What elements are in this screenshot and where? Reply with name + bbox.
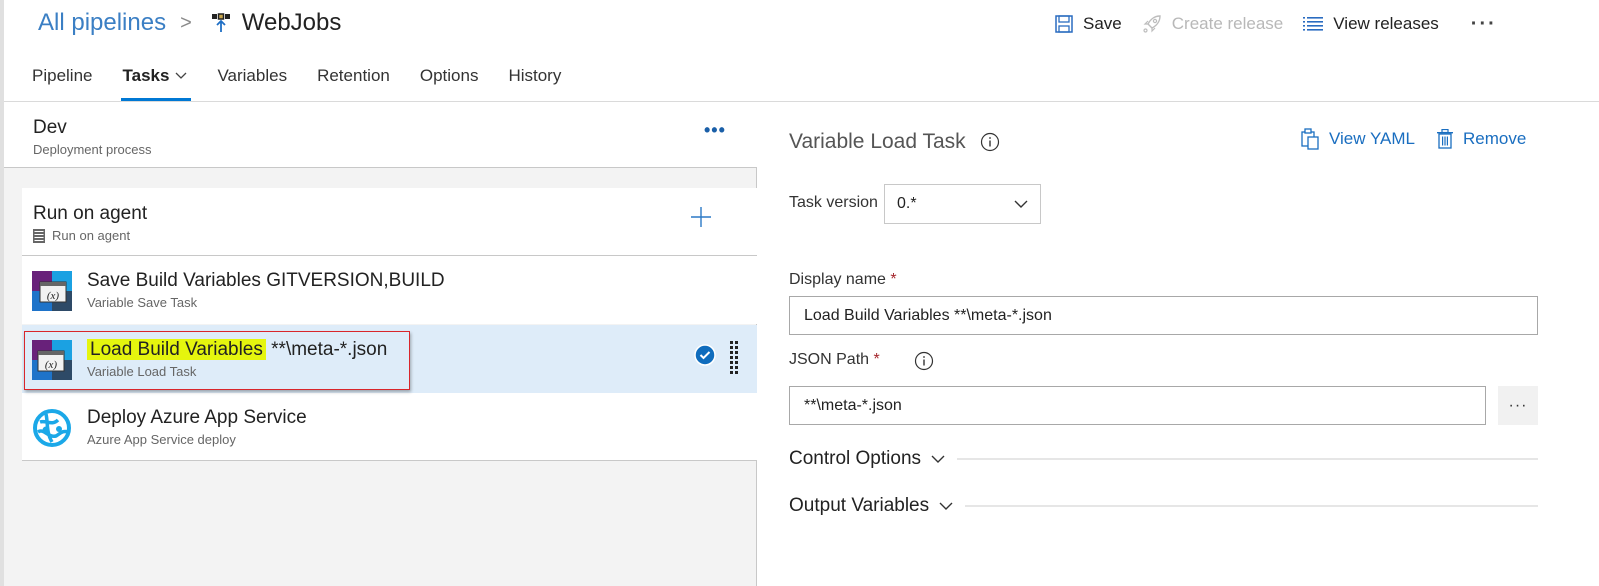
variable-task-icon: (x) <box>32 340 72 380</box>
svg-text:(x): (x) <box>47 290 60 302</box>
task-name: Deploy Azure App Service <box>87 407 307 428</box>
tab-tasks[interactable]: Tasks <box>120 62 192 101</box>
agent-job-subtitle: Run on agent <box>33 228 130 243</box>
remove-label: Remove <box>1463 129 1527 148</box>
view-releases-label: View releases <box>1333 14 1439 33</box>
breadcrumb: All pipelines > WebJobs <box>38 6 341 40</box>
tab-label: Pipeline <box>32 66 93 85</box>
task-detail-panel: Variable Load Task View YAML Remove Task <box>758 102 1599 586</box>
display-name-input[interactable] <box>789 296 1538 335</box>
tab-label: Retention <box>317 66 390 85</box>
chevron-down-icon <box>939 502 953 510</box>
json-path-input[interactable] <box>789 386 1486 425</box>
save-button[interactable]: Save <box>1055 14 1122 34</box>
tab-label: Tasks <box>122 66 170 85</box>
agent-job-subtitle-text: Run on agent <box>52 228 131 243</box>
task-name: Load Build Variables **\meta-*.json <box>87 339 387 361</box>
task-row-save-build-variables[interactable]: (x) Save Build Variables GITVERSION,BUIL… <box>22 256 757 324</box>
json-path-label: JSON Path * <box>789 351 880 369</box>
tab-retention[interactable]: Retention <box>317 62 390 101</box>
task-version-value: 0.* <box>897 195 917 212</box>
stage-subtitle: Deployment process <box>33 142 152 157</box>
tab-history[interactable]: History <box>508 62 561 101</box>
breadcrumb-separator: > <box>180 11 192 34</box>
tab-label: Variables <box>217 66 288 85</box>
task-name-rest: **\meta-*.json <box>265 339 388 360</box>
more-actions-button[interactable]: ··· <box>1471 13 1497 36</box>
tab-bar: Pipeline Tasks Variables Retention Optio… <box>32 62 591 101</box>
breadcrumb-all-pipelines[interactable]: All pipelines <box>38 9 166 37</box>
output-variables-section[interactable]: Output Variables <box>789 495 1538 517</box>
task-detail-actions: View YAML Remove <box>1301 128 1548 150</box>
info-icon[interactable] <box>980 132 1000 152</box>
section-divider <box>965 505 1538 507</box>
task-list-panel: Dev Deployment process ••• Run on agent … <box>4 102 757 586</box>
trash-icon <box>1437 129 1453 149</box>
display-name-label: Display name * <box>789 271 897 289</box>
required-marker: * <box>873 351 880 368</box>
toolbar: Save Create release View releases ··· <box>1055 10 1497 38</box>
section-divider <box>957 458 1538 460</box>
variable-task-icon: (x) <box>32 271 72 311</box>
control-options-section[interactable]: Control Options <box>789 448 1538 470</box>
browse-button[interactable]: ··· <box>1498 386 1538 425</box>
chevron-down-icon <box>1014 200 1028 208</box>
server-icon <box>33 228 45 243</box>
azure-app-service-icon <box>33 409 71 447</box>
section-label: Control Options <box>789 448 922 469</box>
pipeline-title: WebJobs <box>241 9 342 36</box>
task-detail-title-text: Variable Load Task <box>789 130 966 153</box>
section-label: Output Variables <box>789 495 930 516</box>
stage-name: Dev <box>33 117 67 138</box>
task-type: Variable Load Task <box>87 364 197 379</box>
create-release-label: Create release <box>1171 14 1284 33</box>
chevron-down-icon <box>175 72 187 79</box>
chevron-down-icon <box>931 455 945 463</box>
tab-label: History <box>508 66 562 85</box>
task-name: Save Build Variables GITVERSION,BUILD <box>87 270 445 291</box>
task-version-label: Task version <box>789 194 878 211</box>
rocket-icon <box>1143 15 1161 33</box>
required-marker: * <box>890 271 897 288</box>
tab-variables[interactable]: Variables <box>217 62 287 101</box>
svg-text:(x): (x) <box>45 359 58 371</box>
agent-job-name: Run on agent <box>33 203 148 224</box>
info-icon[interactable] <box>914 351 934 371</box>
json-path-label-text: JSON Path <box>789 351 870 368</box>
display-name-label-text: Display name <box>789 271 886 288</box>
tab-options[interactable]: Options <box>420 62 479 101</box>
clipboard-icon <box>1301 128 1319 150</box>
remove-task-button[interactable]: Remove <box>1437 129 1526 149</box>
view-releases-button[interactable]: View releases <box>1303 14 1439 34</box>
tab-label: Options <box>419 66 479 85</box>
tab-pipeline[interactable]: Pipeline <box>32 62 93 101</box>
list-icon <box>1303 17 1324 31</box>
add-task-icon[interactable] <box>690 206 712 228</box>
highlighted-text: Load Build Variables <box>87 339 266 360</box>
view-yaml-button[interactable]: View YAML <box>1301 128 1415 150</box>
task-row-load-build-variables[interactable]: (x) Load Build Variables **\meta-*.json … <box>22 325 757 393</box>
agent-job[interactable]: Run on agent Run on agent <box>22 188 757 256</box>
stage-more-button[interactable]: ••• <box>704 120 726 141</box>
view-yaml-label: View YAML <box>1329 129 1415 148</box>
save-icon <box>1055 15 1073 33</box>
task-version-dropdown[interactable]: 0.* <box>884 184 1041 224</box>
create-release-button[interactable]: Create release <box>1142 14 1284 34</box>
drag-handle-icon[interactable] <box>729 340 739 374</box>
task-detail-title: Variable Load Task <box>789 130 1000 154</box>
task-type: Azure App Service deploy <box>87 432 236 447</box>
check-circle-icon <box>694 344 716 366</box>
task-row-deploy-azure-app-service[interactable]: Deploy Azure App Service Azure App Servi… <box>22 393 757 461</box>
save-label: Save <box>1083 14 1122 33</box>
stage-header[interactable]: Dev Deployment process ••• <box>4 102 757 168</box>
task-type: Variable Save Task <box>87 295 198 310</box>
release-pipeline-icon <box>211 13 230 32</box>
